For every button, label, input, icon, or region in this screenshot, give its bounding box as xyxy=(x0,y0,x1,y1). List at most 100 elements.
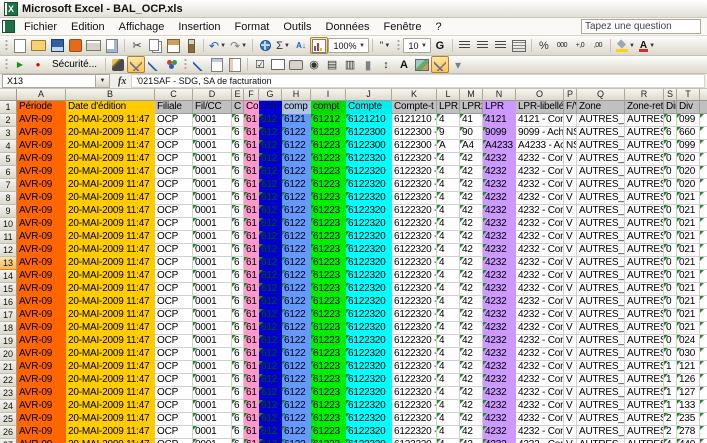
cell-M12[interactable]: 42 xyxy=(460,244,483,257)
cell-R22[interactable]: AUTRES_ xyxy=(625,374,664,387)
cell-U8[interactable] xyxy=(700,192,707,205)
cell-C5[interactable]: OCP xyxy=(155,153,193,166)
cell-S3[interactable]: 6 xyxy=(664,127,677,140)
cell-K20[interactable]: 6122320 - xyxy=(392,348,437,361)
cell-P27[interactable]: V xyxy=(564,439,577,443)
cell-L24[interactable]: 4 xyxy=(437,400,460,413)
cell-G26[interactable]: 612 xyxy=(259,426,282,439)
cell-P17[interactable]: V xyxy=(564,309,577,322)
name-box-dropdown-icon[interactable]: ▼ xyxy=(96,74,110,88)
row-header-16[interactable]: 16 xyxy=(0,296,17,309)
cell-K9[interactable]: 6122320 - xyxy=(392,205,437,218)
cell-D14[interactable]: 0001 xyxy=(193,270,232,283)
cell-A6[interactable]: AVR-09 xyxy=(17,166,66,179)
cell-J22[interactable]: 6122320 xyxy=(346,374,392,387)
cell-U1[interactable] xyxy=(700,101,707,114)
cell-R9[interactable]: AUTRES_ xyxy=(625,205,664,218)
cell-C18[interactable]: OCP xyxy=(155,322,193,335)
column-header-S[interactable]: S xyxy=(664,89,677,101)
cell-U17[interactable] xyxy=(700,309,707,322)
cell-J23[interactable]: 6122320 xyxy=(346,387,392,400)
cell-C8[interactable]: OCP xyxy=(155,192,193,205)
insert-function-icon[interactable]: fx xyxy=(118,76,126,87)
cell-G19[interactable]: 612 xyxy=(259,335,282,348)
cell-N6[interactable]: 4232 xyxy=(483,166,516,179)
visual-basic-editor-button[interactable] xyxy=(145,56,163,73)
cell-M10[interactable]: 42 xyxy=(460,218,483,231)
cell-D21[interactable]: 0001 xyxy=(193,361,232,374)
cell-F6[interactable]: 61 xyxy=(244,166,259,179)
cell-A2[interactable]: AVR-09 xyxy=(17,114,66,127)
cell-G27[interactable]: 612 xyxy=(259,439,282,443)
row-header-25[interactable]: 25 xyxy=(0,413,17,426)
permission-button[interactable] xyxy=(66,37,84,54)
cell-Q17[interactable]: AUTRES_ xyxy=(577,309,625,322)
increase-decimal-button[interactable]: +,0 xyxy=(571,37,589,54)
cell-H21[interactable]: 6122 xyxy=(282,361,311,374)
cell-J12[interactable]: 6122320 xyxy=(346,244,392,257)
cell-T17[interactable]: 021 xyxy=(677,309,700,322)
font-color-button[interactable]: A▼ xyxy=(637,37,657,54)
cell-Q19[interactable]: AUTRES_ xyxy=(577,335,625,348)
cell-R2[interactable]: AUTRES_ xyxy=(625,114,664,127)
cell-E8[interactable]: 6 xyxy=(232,192,244,205)
cell-M24[interactable]: 42 xyxy=(460,400,483,413)
cell-I3[interactable]: 61223 xyxy=(311,127,346,140)
cell-M22[interactable]: 42 xyxy=(460,374,483,387)
cell-C10[interactable]: OCP xyxy=(155,218,193,231)
cell-C16[interactable]: OCP xyxy=(155,296,193,309)
cell-P14[interactable]: V xyxy=(564,270,577,283)
cell-U24[interactable] xyxy=(700,400,707,413)
cell-G4[interactable]: 612 xyxy=(259,140,282,153)
cell-Q9[interactable]: AUTRES_ xyxy=(577,205,625,218)
cell-E22[interactable]: 6 xyxy=(232,374,244,387)
cell-T14[interactable]: 021 xyxy=(677,270,700,283)
cell-H23[interactable]: 6122 xyxy=(282,387,311,400)
column-header-H[interactable]: H xyxy=(282,89,311,101)
cell-T2[interactable]: 099 xyxy=(677,114,700,127)
cell-M18[interactable]: 42 xyxy=(460,322,483,335)
cell-Q22[interactable]: AUTRES_ xyxy=(577,374,625,387)
cell-P18[interactable]: V xyxy=(564,322,577,335)
cell-A10[interactable]: AVR-09 xyxy=(17,218,66,231)
cell-R26[interactable]: AUTRES_ xyxy=(625,426,664,439)
cell-S19[interactable]: 0 xyxy=(664,335,677,348)
cell-K25[interactable]: 6122320 - xyxy=(392,413,437,426)
cell-A25[interactable]: AVR-09 xyxy=(17,413,66,426)
cell-C7[interactable]: OCP xyxy=(155,179,193,192)
cell-O22[interactable]: 4232 - Con xyxy=(516,374,564,387)
menu-item-insertion[interactable]: Insertion xyxy=(171,20,227,34)
copy-button[interactable] xyxy=(146,37,164,54)
cell-H20[interactable]: 6122 xyxy=(282,348,311,361)
cell-O4[interactable]: A4233 - Ac xyxy=(516,140,564,153)
autosum-button[interactable]: Σ▼ xyxy=(274,37,292,54)
cell-T23[interactable]: 127 xyxy=(677,387,700,400)
cell-U2[interactable] xyxy=(700,114,707,127)
cell-A17[interactable]: AVR-09 xyxy=(17,309,66,322)
cell-N14[interactable]: 4232 xyxy=(483,270,516,283)
cell-A3[interactable]: AVR-09 xyxy=(17,127,66,140)
cell-M26[interactable]: 42 xyxy=(460,426,483,439)
cell-E18[interactable]: 6 xyxy=(232,322,244,335)
cell-N10[interactable]: 4232 xyxy=(483,218,516,231)
row-header-7[interactable]: 7 xyxy=(0,179,17,192)
cell-S26[interactable]: 2 xyxy=(664,426,677,439)
cell-L11[interactable]: 4 xyxy=(437,231,460,244)
cell-F5[interactable]: 61 xyxy=(244,153,259,166)
cell-J21[interactable]: 6122320 xyxy=(346,361,392,374)
cell-Q8[interactable]: AUTRES_ xyxy=(577,192,625,205)
cell-A5[interactable]: AVR-09 xyxy=(17,153,66,166)
column-header-C[interactable]: C xyxy=(155,89,193,101)
cell-B21[interactable]: 20-MAI-2009 11:47 xyxy=(66,361,155,374)
cell-N1[interactable]: LPR xyxy=(483,101,516,114)
cell-B25[interactable]: 20-MAI-2009 11:47 xyxy=(66,413,155,426)
cell-E17[interactable]: 6 xyxy=(232,309,244,322)
cell-T4[interactable]: 099 xyxy=(677,140,700,153)
row-header-11[interactable]: 11 xyxy=(0,231,17,244)
cell-O24[interactable]: 4232 - Con xyxy=(516,400,564,413)
cell-P2[interactable]: V xyxy=(564,114,577,127)
row-header-9[interactable]: 9 xyxy=(0,205,17,218)
cell-N22[interactable]: 4232 xyxy=(483,374,516,387)
cell-U14[interactable] xyxy=(700,270,707,283)
merge-center-button[interactable] xyxy=(510,37,528,54)
